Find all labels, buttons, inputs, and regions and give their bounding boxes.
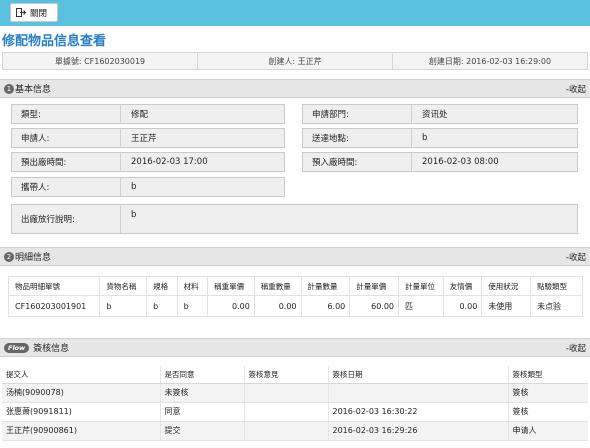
table-cell: 汤楠(9090078) [2, 383, 161, 403]
field-site-label: 送達地點: [312, 134, 349, 144]
collapse-detail-toggle[interactable]: -收起 [566, 251, 586, 263]
field-enter-time-label: 預入廠時間: [312, 158, 358, 168]
detail-col-header: 規格 [146, 276, 178, 296]
field-type: 類型: 修配 [11, 104, 285, 124]
section-header-basic: 1 基本信息 -收起 [0, 79, 590, 98]
field-site-value: b [411, 129, 577, 147]
doc-number: 單據號: CF1602030019 [3, 53, 198, 69]
table-cell: 张惠萧(9091811) [2, 402, 161, 422]
field-carrier-value: b [120, 178, 284, 196]
table-cell: 匹 [398, 295, 444, 317]
page-title: 修配物品信息查看 [2, 34, 107, 49]
detail-table-header-row: 物品明細單號 貨物名稱 規格 材料 稱重單價 稱重數量 計量數量 計量單價 計量… [7, 276, 583, 296]
table-row: 张惠萧(9091811) 同意 2016-02-03 16:30:22 簽核 [2, 402, 588, 422]
field-site: 送達地點: b [302, 128, 578, 148]
field-exit-time-value: 2016-02-03 17:00 [120, 153, 284, 171]
table-cell [244, 402, 329, 422]
field-carrier-label: 攜帶人: [21, 183, 50, 193]
table-cell: 未簽核 [160, 383, 245, 403]
collapse-basic-toggle[interactable]: -收起 [566, 83, 586, 95]
table-cell: 同意 [160, 402, 245, 422]
flow-col-header: 簽核日期 [328, 366, 509, 384]
detail-col-header: 友情價 [442, 276, 483, 296]
detail-table: 物品明細單號 貨物名稱 規格 材料 稱重單價 稱重數量 計量數量 計量單價 計量… [7, 276, 583, 317]
field-carrier: 攜帶人: b [11, 177, 285, 197]
detail-col-header: 計量單價 [349, 276, 400, 296]
field-dept-label: 申請部門: [312, 110, 349, 120]
creator: 創建人: 王正芹 [198, 53, 393, 69]
exit-icon [16, 8, 27, 17]
close-button-label: 關閉 [30, 8, 48, 19]
detail-col-header: 計量數量 [300, 276, 351, 296]
field-exit-time: 預出廠時間: 2016-02-03 17:00 [11, 152, 285, 172]
detail-col-header: 物品明細單號 [7, 276, 101, 296]
detail-col-header: 計量單位 [398, 276, 444, 296]
close-button[interactable]: 關閉 [10, 3, 58, 22]
table-cell: 簽核 [508, 402, 588, 422]
section-title-basic: 基本信息 [15, 85, 52, 95]
detail-col-header: 貨物名稱 [99, 276, 148, 296]
top-toolbar: 關閉 [0, 0, 590, 26]
flow-col-header: 提交人 [2, 366, 161, 384]
section-header-flow: Flow 簽核信息 -收起 [0, 338, 590, 357]
section-header-detail: 2 明細信息 -收起 [0, 247, 590, 266]
table-cell: 60.00 [349, 295, 400, 317]
table-cell: 申请人 [508, 421, 588, 441]
table-cell: 6.00 [300, 295, 351, 317]
detail-col-header: 點驗類型 [530, 276, 583, 296]
flow-table: 提交人 是否同意 簽核意見 簽核日期 簽核類型 汤楠(9090078) 未簽核 … [2, 366, 588, 441]
table-cell [244, 421, 329, 441]
field-enter-time: 預入廠時間: 2016-02-03 08:00 [302, 152, 578, 172]
table-cell: CF160203001901 [7, 295, 101, 317]
field-dept-value: 资讯处 [411, 105, 577, 123]
section-number-badge: 2 [4, 251, 14, 262]
flow-badge: Flow [4, 342, 30, 353]
collapse-flow-toggle[interactable]: -收起 [566, 342, 586, 354]
field-release-note-value: b [120, 205, 577, 233]
table-cell: 2016-02-03 16:29:26 [328, 421, 509, 441]
table-row: 汤楠(9090078) 未簽核 簽核 [2, 383, 588, 403]
table-cell: 2016-02-03 16:30:22 [328, 402, 509, 422]
table-cell: 0.00 [207, 295, 255, 317]
detail-col-header: 使用狀況 [481, 276, 532, 296]
table-cell [244, 383, 329, 403]
section-number-badge: 1 [4, 83, 14, 94]
field-type-value: 修配 [120, 105, 284, 123]
detail-col-header: 稱重數量 [253, 276, 302, 296]
table-cell [328, 383, 509, 403]
table-cell: 0.00 [253, 295, 302, 317]
field-enter-time-value: 2016-02-03 08:00 [411, 153, 577, 171]
section-title-detail: 明細信息 [15, 253, 52, 263]
field-release-note: 出廠放行說明: b [11, 204, 578, 234]
table-cell: 簽核 [508, 383, 588, 403]
field-applicant: 申請人: 王正芹 [11, 128, 285, 148]
table-row: 王正芹(90900861) 提交 2016-02-03 16:29:26 申请人 [2, 421, 588, 441]
table-cell: 王正芹(90900861) [2, 421, 161, 441]
detail-col-header: 稱重單價 [207, 276, 255, 296]
table-cell: 0.00 [442, 295, 483, 317]
table-cell: b [99, 295, 148, 317]
table-cell: b [146, 295, 178, 317]
detail-col-header: 材料 [176, 276, 209, 296]
flow-table-header-row: 提交人 是否同意 簽核意見 簽核日期 簽核類型 [2, 366, 588, 384]
field-applicant-value: 王正芹 [120, 129, 284, 147]
flow-col-header: 簽核類型 [508, 366, 588, 384]
field-type-label: 類型: [21, 110, 41, 120]
field-exit-time-label: 預出廠時間: [21, 158, 67, 168]
section-title-flow: 簽核信息 [33, 344, 70, 354]
table-cell: b [176, 295, 209, 317]
table-cell: 未点验 [530, 295, 583, 317]
document-meta-bar: 單據號: CF1602030019 創建人: 王正芹 創建日期: 2016-02… [2, 52, 588, 70]
table-cell: 未使用 [481, 295, 532, 317]
table-row: CF160203001901 b b b 0.00 0.00 6.00 60.0… [7, 295, 583, 317]
flow-col-header: 是否同意 [160, 366, 245, 384]
flow-col-header: 簽核意見 [244, 366, 329, 384]
field-release-note-label: 出廠放行說明: [21, 215, 75, 225]
field-dept: 申請部門: 资讯处 [302, 104, 578, 124]
field-applicant-label: 申請人: [21, 134, 50, 144]
table-cell: 提交 [160, 421, 245, 441]
created-date: 創建日期: 2016-02-03 16:29:00 [428, 56, 552, 66]
